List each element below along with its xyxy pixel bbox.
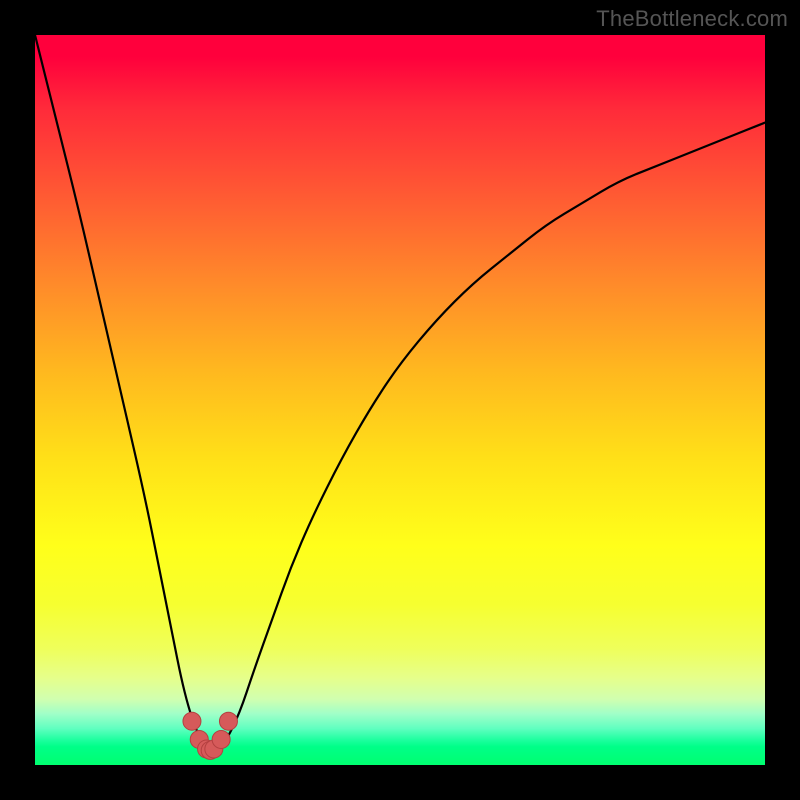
bottleneck-curve [35, 35, 765, 750]
minimum-markers [183, 712, 238, 759]
minimum-marker [219, 712, 237, 730]
minimum-marker [212, 730, 230, 748]
attribution-text: TheBottleneck.com [596, 6, 788, 32]
plot-area [35, 35, 765, 765]
curve-svg [35, 35, 765, 765]
minimum-marker [183, 712, 201, 730]
chart-frame: TheBottleneck.com [0, 0, 800, 800]
